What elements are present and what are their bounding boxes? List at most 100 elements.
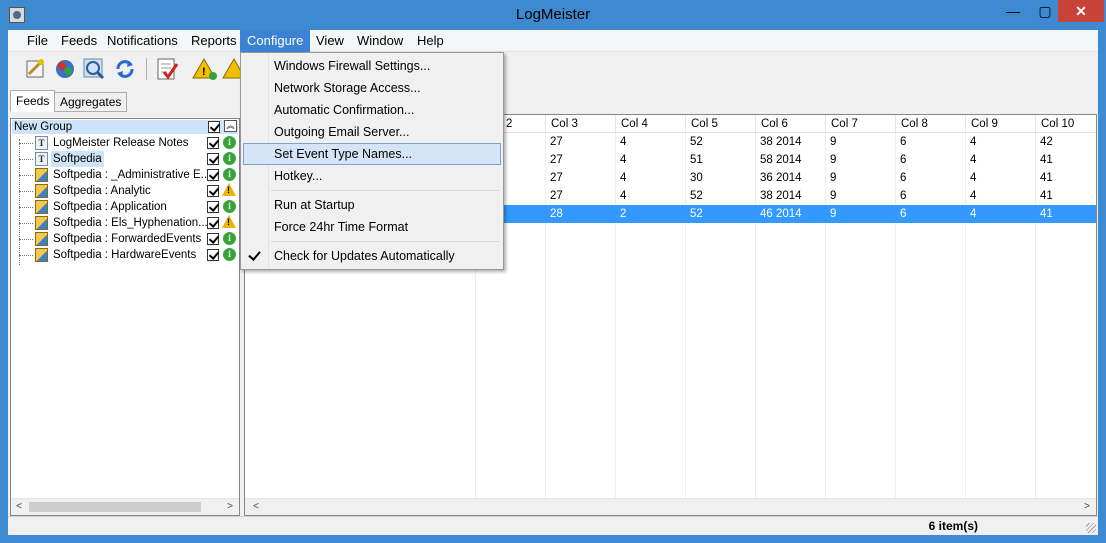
column-header[interactable]: 2: [501, 115, 545, 133]
tree-connector: [19, 175, 33, 176]
refresh-icon[interactable]: [112, 56, 138, 82]
menu-feeds[interactable]: Feeds: [54, 30, 104, 52]
feed-tree[interactable]: New Group ︽ T LogMeister Release Notes i…: [10, 118, 240, 516]
menu-item-outgoing-email[interactable]: Outgoing Email Server...: [243, 121, 501, 143]
app-window: LogMeister — ▢ ✕ File Feeds Notification…: [0, 0, 1106, 543]
minimize-button[interactable]: —: [998, 0, 1028, 22]
tree-item[interactable]: Softpedia : Analytic: [11, 183, 237, 199]
column-header[interactable]: Col 10: [1035, 115, 1096, 133]
tree-connector: [19, 143, 33, 144]
menu-configure[interactable]: Configure: [240, 30, 311, 52]
menu-item-force-24hr[interactable]: Force 24hr Time Format: [243, 216, 501, 238]
info-icon: i: [223, 136, 236, 149]
menu-reports[interactable]: Reports: [184, 30, 244, 52]
maximize-button[interactable]: ▢: [1030, 0, 1060, 22]
menu-item-firewall-settings[interactable]: Windows Firewall Settings...: [243, 55, 501, 77]
toolbar: !: [8, 53, 1098, 85]
table-cell: 4: [620, 136, 627, 148]
menu-file[interactable]: File: [20, 30, 55, 52]
tree-connector: [19, 223, 33, 224]
tree-connector: [19, 191, 33, 192]
collapse-icon[interactable]: ︽: [224, 120, 237, 132]
table-cell: 42: [1040, 136, 1053, 148]
item-checkbox[interactable]: [207, 153, 219, 165]
search-icon[interactable]: [81, 56, 107, 82]
tree-item[interactable]: T LogMeister Release Notes i: [11, 135, 237, 151]
table-cell: 9: [830, 208, 837, 220]
table-cell: 38 2014: [760, 190, 802, 202]
tree-connector: [19, 207, 33, 208]
table-cell: 27: [550, 136, 563, 148]
feed-sources-icon[interactable]: [52, 56, 78, 82]
confirm-events-icon[interactable]: [154, 56, 180, 82]
column-header[interactable]: Col 8: [895, 115, 965, 133]
menu-help[interactable]: Help: [410, 30, 451, 52]
menu-item-network-storage[interactable]: Network Storage Access...: [243, 77, 501, 99]
scroll-right-icon[interactable]: >: [223, 500, 237, 514]
menu-window[interactable]: Window: [350, 30, 410, 52]
title-bar[interactable]: LogMeister — ▢ ✕: [0, 0, 1106, 30]
item-checkbox[interactable]: [207, 233, 219, 245]
column-header[interactable]: Col 7: [825, 115, 895, 133]
warning-icon: [222, 183, 236, 196]
menu-view[interactable]: View: [309, 30, 351, 52]
table-cell: 9: [830, 136, 837, 148]
tree-group-row[interactable]: New Group ︽: [12, 120, 238, 134]
scroll-right-icon[interactable]: >: [1080, 500, 1094, 514]
item-checkbox[interactable]: [207, 201, 219, 213]
table-cell: 52: [690, 136, 703, 148]
item-checkbox[interactable]: [207, 217, 219, 229]
item-checkbox[interactable]: [207, 185, 219, 197]
event-log-icon: [35, 232, 48, 246]
resize-grip-icon[interactable]: [1086, 523, 1096, 533]
scrollbar-thumb[interactable]: [29, 502, 201, 512]
column-header[interactable]: Col 5: [685, 115, 755, 133]
warning-events-icon[interactable]: !: [192, 56, 218, 82]
column-header[interactable]: Col 3: [545, 115, 615, 133]
item-checkbox[interactable]: [207, 249, 219, 261]
menu-item-check-updates[interactable]: Check for Updates Automatically: [243, 245, 501, 267]
new-feed-icon[interactable]: [22, 56, 48, 82]
item-checkbox[interactable]: [207, 137, 219, 149]
table-cell: 4: [620, 172, 627, 184]
tree-item[interactable]: Softpedia : HardwareEvents i: [11, 247, 237, 263]
table-cell: 4: [970, 136, 977, 148]
tree-item-label: LogMeister Release Notes: [53, 137, 189, 149]
menu-item-hotkey[interactable]: Hotkey...: [243, 165, 501, 187]
tab-aggregates[interactable]: Aggregates: [54, 92, 128, 112]
menu-item-set-event-type-names[interactable]: Set Event Type Names...: [243, 143, 501, 165]
table-cell: 38 2014: [760, 136, 802, 148]
column-header[interactable]: Col 6: [755, 115, 825, 133]
table-cell: 41: [1040, 208, 1053, 220]
event-log-icon: [35, 248, 48, 262]
scroll-left-icon[interactable]: <: [249, 500, 263, 514]
tree-horizontal-scrollbar[interactable]: < >: [11, 498, 239, 515]
menu-notifications[interactable]: Notifications: [100, 30, 185, 52]
table-cell: 27: [550, 172, 563, 184]
tree-item[interactable]: Softpedia : ForwardedEvents i: [11, 231, 237, 247]
menu-item-automatic-confirmation[interactable]: Automatic Confirmation...: [243, 99, 501, 121]
column-header[interactable]: Col 4: [615, 115, 685, 133]
item-checkbox[interactable]: [207, 169, 219, 181]
group-checkbox[interactable]: [208, 121, 220, 133]
tree-item-selected[interactable]: T Softpedia i: [11, 151, 237, 167]
tree-item[interactable]: Softpedia : Els_Hyphenation...: [11, 215, 237, 231]
window-title: LogMeister: [515, 6, 591, 23]
tree-item-label: Softpedia : Els_Hyphenation...: [53, 217, 208, 229]
tree-item[interactable]: Softpedia : _Administrative E... i: [11, 167, 237, 183]
table-cell: 4: [970, 154, 977, 166]
event-log-icon: [35, 200, 48, 214]
menu-item-run-at-startup[interactable]: Run at Startup: [243, 194, 501, 216]
table-cell: 4: [970, 172, 977, 184]
table-cell: 6: [900, 154, 907, 166]
scroll-left-icon[interactable]: <: [12, 500, 26, 514]
tab-feeds[interactable]: Feeds: [10, 90, 56, 112]
status-bar: 6 item(s): [8, 516, 1098, 535]
grid-horizontal-scrollbar[interactable]: < >: [245, 498, 1096, 515]
tree-connector: [19, 159, 33, 160]
tree-item[interactable]: Softpedia : Application i: [11, 199, 237, 215]
table-cell: 6: [900, 172, 907, 184]
menu-item-label: Check for Updates Automatically: [274, 249, 455, 263]
column-header[interactable]: Col 9: [965, 115, 1035, 133]
close-button[interactable]: ✕: [1058, 0, 1104, 22]
